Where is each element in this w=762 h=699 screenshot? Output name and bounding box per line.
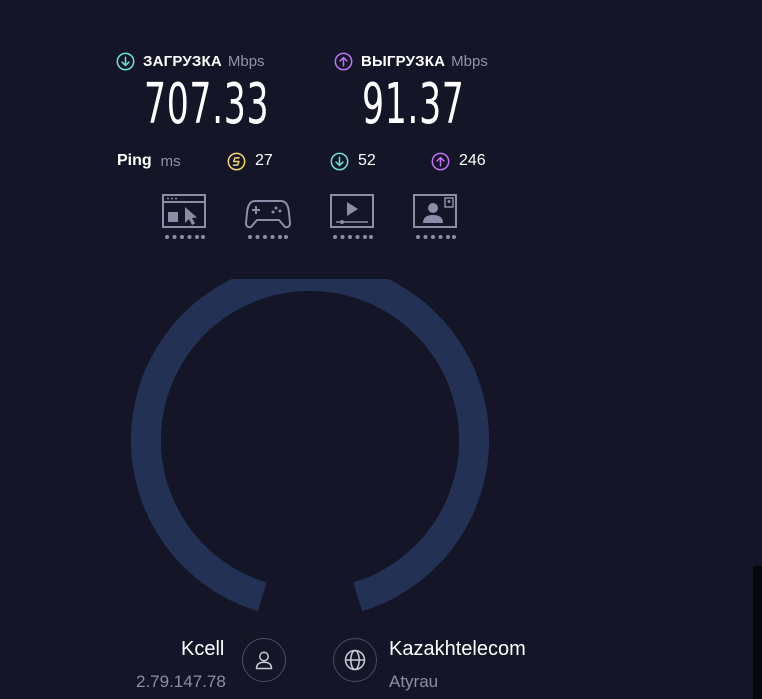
- video-chat-icon[interactable]: [412, 193, 458, 241]
- user-icon: [255, 651, 273, 670]
- upload-label: ВЫГРУЗКА: [361, 52, 446, 70]
- download-value: 707.33: [144, 72, 270, 137]
- arrow-up-circle-icon: [431, 152, 450, 170]
- ping-download[interactable]: 52: [330, 150, 376, 172]
- client-isp-name: Kcell: [181, 638, 225, 660]
- gaming-icon[interactable]: [245, 193, 291, 241]
- upload-unit: Mbps: [451, 52, 488, 70]
- arrow-up-circle-icon: [334, 52, 353, 70]
- globe-icon: [344, 649, 366, 671]
- client-ip: 2.79.147.78: [136, 672, 226, 691]
- video-streaming-icon[interactable]: [329, 193, 375, 241]
- ping-download-value: 52: [358, 152, 376, 169]
- download-label: ЗАГРУЗКА: [143, 52, 222, 70]
- upload-metric: ВЫГРУЗКА Mbps 91.37: [334, 50, 527, 136]
- change-client-button[interactable]: [242, 638, 286, 682]
- ping-idle[interactable]: 27: [227, 150, 273, 172]
- arrow-down-circle-icon: [116, 52, 135, 70]
- jitter-circle-icon: [227, 152, 246, 170]
- download-unit: Mbps: [227, 52, 265, 70]
- upload-value: 91.37: [362, 72, 465, 137]
- ping-unit: ms: [160, 152, 181, 170]
- change-server-button[interactable]: [333, 638, 377, 682]
- ping-label: Ping: [117, 152, 152, 169]
- ping-upload[interactable]: 246: [431, 150, 486, 172]
- web-browsing-icon[interactable]: [161, 193, 207, 241]
- download-metric: ЗАГРУЗКА Mbps 707.33: [116, 50, 346, 136]
- window-edge: [753, 566, 762, 699]
- speed-gauge: [131, 279, 489, 612]
- arrow-down-circle-icon: [330, 152, 349, 170]
- speedtest-results-page: ЗАГРУЗКА Mbps 707.33 ВЫГРУЗКА Mbps 91.37…: [0, 0, 762, 699]
- ping-label-group: Ping ms: [117, 150, 181, 172]
- server-location: Atyrau: [389, 672, 439, 691]
- gauge-track: [131, 279, 489, 612]
- ping-upload-value: 246: [459, 152, 486, 169]
- server-name: Kazakhtelecom: [389, 638, 526, 660]
- ping-idle-value: 27: [255, 152, 273, 169]
